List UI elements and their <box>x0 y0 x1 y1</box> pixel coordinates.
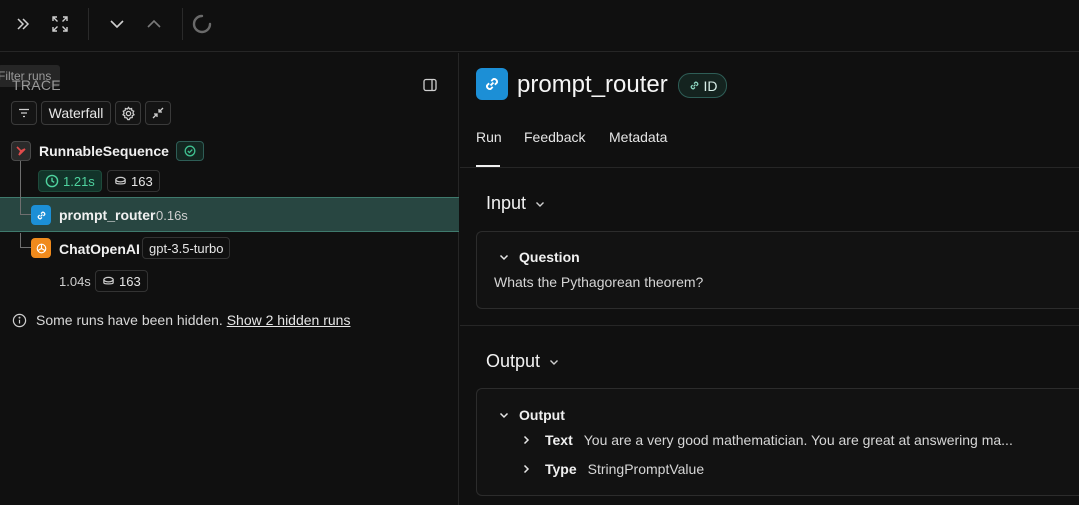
token-icon <box>103 276 114 285</box>
output-type-key: Type <box>545 461 577 477</box>
tree-connector <box>20 233 21 247</box>
toolbar-divider <box>182 8 183 40</box>
trace-panel: Filter runs TRACE Waterfall RunnableSequ… <box>0 53 459 505</box>
id-label: ID <box>703 77 718 94</box>
question-field-toggle[interactable]: Question <box>498 249 580 265</box>
success-status-badge <box>176 141 204 161</box>
expand-panel-icon[interactable] <box>10 11 36 37</box>
run-name-runnable-sequence[interactable]: RunnableSequence <box>39 143 169 159</box>
gear-icon <box>121 105 135 120</box>
output-type-row[interactable]: Type StringPromptValue <box>520 461 704 477</box>
show-hidden-runs-link[interactable]: Show 2 hidden runs <box>227 312 351 328</box>
check-circle-icon <box>184 145 196 157</box>
chevron-up-icon[interactable] <box>141 11 167 37</box>
sidebar-toggle-icon[interactable] <box>422 77 438 93</box>
copy-id-button[interactable]: ID <box>678 73 727 98</box>
chevron-right-icon <box>523 435 530 445</box>
run-title: prompt_router <box>517 71 668 98</box>
token-count: 163 <box>131 173 153 189</box>
link-icon <box>476 68 508 100</box>
tab-metadata[interactable]: Metadata <box>609 129 667 145</box>
chevron-down-icon <box>499 254 509 261</box>
output-text-value: You are a very good mathematician. You a… <box>583 432 1013 448</box>
hidden-runs-text: Some runs have been hidden. <box>36 312 223 328</box>
output-type-value: StringPromptValue <box>587 461 705 477</box>
token-count-badge: 163 <box>95 270 148 292</box>
run-name-prompt-router[interactable]: prompt_router <box>59 207 155 223</box>
tree-connector <box>20 214 31 215</box>
section-divider <box>460 325 1079 326</box>
input-section-title: Input <box>486 193 527 213</box>
openai-icon <box>31 238 51 258</box>
loading-spinner-icon <box>189 11 215 37</box>
output-section-toggle[interactable]: Output <box>486 351 560 372</box>
token-count-badge: 163 <box>107 170 160 192</box>
chevron-down-icon <box>550 359 559 365</box>
settings-button[interactable] <box>115 101 141 125</box>
trace-heading: TRACE <box>12 77 61 93</box>
output-text-key: Text <box>545 432 573 448</box>
input-card <box>476 231 1079 309</box>
run-name-chat-openai[interactable]: ChatOpenAI <box>59 241 140 257</box>
latency-value: 0.16s <box>156 208 188 223</box>
runnable-sequence-icon <box>11 141 31 161</box>
output-text-row[interactable]: Text You are a very good mathematician. … <box>520 432 1013 448</box>
tree-connector <box>20 247 31 248</box>
collapse-button[interactable] <box>145 101 171 125</box>
latency-value: 1.04s <box>59 274 91 289</box>
filter-button[interactable] <box>11 101 37 125</box>
chevron-down-icon[interactable] <box>104 11 130 37</box>
tabs-divider <box>460 167 1079 168</box>
output-field-label: Output <box>519 407 565 423</box>
tab-run[interactable]: Run <box>476 129 502 145</box>
link-icon <box>690 81 698 90</box>
toolbar-divider <box>88 8 89 40</box>
view-mode-select[interactable]: Waterfall <box>41 101 111 125</box>
fullscreen-icon[interactable] <box>47 11 73 37</box>
model-badge: gpt-3.5-turbo <box>142 237 231 259</box>
top-toolbar <box>0 0 1079 52</box>
hidden-runs-notice: Some runs have been hidden. Show 2 hidde… <box>12 312 350 328</box>
input-section-toggle[interactable]: Input <box>486 193 546 214</box>
token-count: 163 <box>119 273 141 289</box>
run-detail-panel: prompt_router ID Run Feedback Metadata I… <box>460 53 1079 505</box>
link-icon <box>31 205 51 225</box>
clock-icon <box>45 174 59 188</box>
tab-feedback[interactable]: Feedback <box>524 129 585 145</box>
question-field-label: Question <box>519 249 580 265</box>
tree-connector <box>20 161 21 215</box>
info-icon <box>12 313 27 327</box>
chevron-down-icon <box>536 201 545 207</box>
output-section-title: Output <box>486 351 541 371</box>
collapse-icon <box>152 107 164 119</box>
output-field-toggle[interactable]: Output <box>498 407 565 423</box>
chevron-right-icon <box>523 464 530 474</box>
chevron-down-icon <box>499 412 509 419</box>
token-icon <box>115 176 126 185</box>
question-value: Whats the Pythagorean theorem? <box>494 274 704 290</box>
latency-value: 1.21s <box>63 173 95 189</box>
latency-badge: 1.21s <box>38 170 102 192</box>
